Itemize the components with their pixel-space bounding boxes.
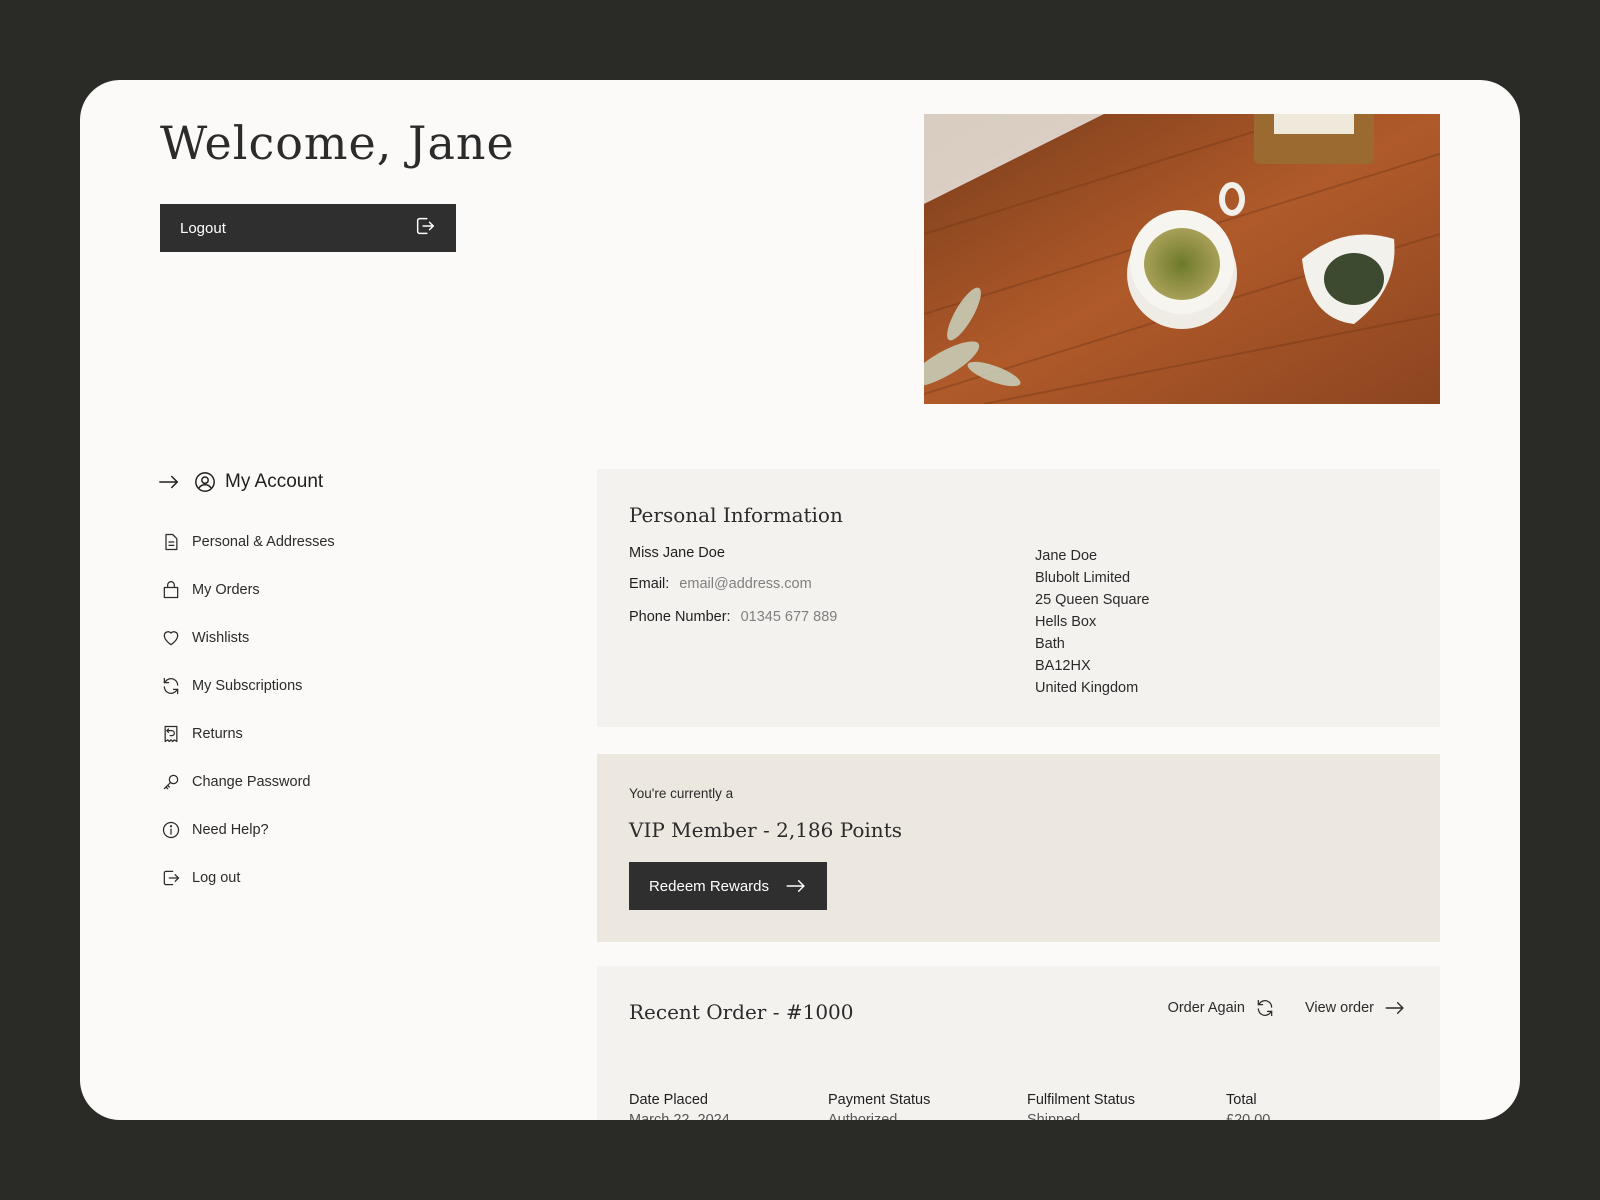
arrow-right-icon [786, 880, 805, 892]
key-icon [160, 771, 182, 793]
personal-info-title: Personal Information [629, 503, 843, 527]
refresh-icon [1257, 999, 1273, 1017]
order-actions: Order Again View order [1168, 998, 1406, 1018]
address-line: BA12HX [1035, 658, 1091, 674]
return-receipt-icon [160, 723, 182, 745]
order-column: Fulfilment Status Shipped [1027, 1092, 1226, 1120]
redeem-rewards-button[interactable]: Redeem Rewards [629, 862, 827, 910]
sidebar-item-label: Returns [192, 726, 243, 742]
order-column-value: March 22, 2024 [629, 1112, 730, 1120]
account-card: Welcome, Jane Logout My Account Personal… [80, 80, 1520, 1120]
order-column: Payment Status Authorized [828, 1092, 1027, 1120]
vip-status: VIP Member - 2,186 Points [629, 818, 902, 842]
order-column-value: £20.00 [1226, 1112, 1271, 1120]
order-again-label: Order Again [1167, 1000, 1245, 1016]
nav-heading-label: My Account [225, 471, 324, 492]
email-row: Email: email@address.com [629, 576, 812, 592]
account-nav: My Account Personal & Addresses My Order… [158, 468, 518, 902]
address-line: Hells Box [1035, 614, 1097, 630]
info-icon [160, 819, 182, 841]
sidebar-item-label: Change Password [192, 774, 311, 790]
order-column-value: Shipped [1027, 1112, 1081, 1120]
sidebar-item-wishlists[interactable]: Wishlists [158, 614, 518, 662]
nav-heading: My Account [158, 468, 518, 496]
phone-row: Phone Number: 01345 677 889 [629, 609, 837, 625]
sidebar-item-label: Wishlists [192, 630, 250, 646]
phone-label: Phone Number: [629, 609, 731, 625]
bag-icon [160, 579, 182, 601]
order-summary: Date Placed March 22, 2024 Payment Statu… [629, 1092, 1425, 1120]
address-block: Jane Doe Blubolt Limited 25 Queen Square… [1035, 545, 1149, 699]
order-column-value: Authorized [828, 1112, 898, 1120]
recent-order-title: Recent Order - #1000 [629, 1000, 854, 1024]
sidebar-item-label: My Orders [192, 582, 260, 598]
email-value: email@address.com [679, 576, 812, 592]
sidebar-item-returns[interactable]: Returns [158, 710, 518, 758]
email-label: Email: [629, 576, 670, 592]
hero-image [924, 114, 1440, 404]
order-again-button[interactable]: Order Again [1168, 998, 1275, 1018]
address-line: 25 Queen Square [1035, 592, 1150, 608]
order-column: Date Placed March 22, 2024 [629, 1092, 828, 1120]
sidebar-item-my-subscriptions[interactable]: My Subscriptions [158, 662, 518, 710]
redeem-rewards-label: Redeem Rewards [648, 877, 770, 895]
sidebar-item-my-orders[interactable]: My Orders [158, 566, 518, 614]
user-circle-icon [195, 472, 215, 492]
view-order-link[interactable]: View order [1305, 1000, 1406, 1016]
sidebar-item-label: My Subscriptions [192, 678, 303, 694]
address-line: Jane Doe [1035, 548, 1098, 564]
logout-button-label: Logout [180, 219, 226, 237]
vip-subtitle: You're currently a [629, 786, 734, 801]
order-column-header: Fulfilment Status [1027, 1092, 1135, 1108]
personal-info-panel: Personal Information Miss Jane Doe Email… [597, 469, 1440, 727]
address-line: Bath [1035, 636, 1065, 652]
logout-icon [160, 867, 182, 889]
sidebar-item-log-out[interactable]: Log out [158, 854, 518, 902]
page-title: Welcome, Jane [160, 116, 515, 170]
arrow-right-icon [1385, 1002, 1404, 1014]
logout-button[interactable]: Logout [160, 204, 456, 252]
document-icon [160, 531, 182, 553]
heart-icon [160, 627, 182, 649]
sidebar-item-label: Log out [192, 870, 241, 886]
refresh-icon [160, 675, 182, 697]
phone-value: 01345 677 889 [740, 609, 838, 625]
order-column-header: Total [1226, 1092, 1257, 1108]
sidebar-item-label: Need Help? [192, 822, 269, 838]
logout-icon [414, 215, 436, 241]
sidebar-item-need-help[interactable]: Need Help? [158, 806, 518, 854]
sidebar-item-label: Personal & Addresses [192, 534, 335, 550]
order-column-header: Date Placed [629, 1092, 708, 1108]
address-line: Blubolt Limited [1035, 570, 1131, 586]
order-column: Total £20.00 [1226, 1092, 1425, 1120]
sidebar-item-personal-addresses[interactable]: Personal & Addresses [158, 518, 518, 566]
arrow-right-icon [159, 475, 178, 489]
order-column-header: Payment Status [828, 1092, 931, 1108]
vip-panel: You're currently a VIP Member - 2,186 Po… [597, 754, 1440, 942]
customer-name: Miss Jane Doe [629, 545, 725, 561]
view-order-label: View order [1304, 1000, 1374, 1016]
sidebar-item-change-password[interactable]: Change Password [158, 758, 518, 806]
address-line: United Kingdom [1035, 680, 1139, 696]
recent-order-panel: Recent Order - #1000 Order Again View or… [597, 966, 1440, 1120]
